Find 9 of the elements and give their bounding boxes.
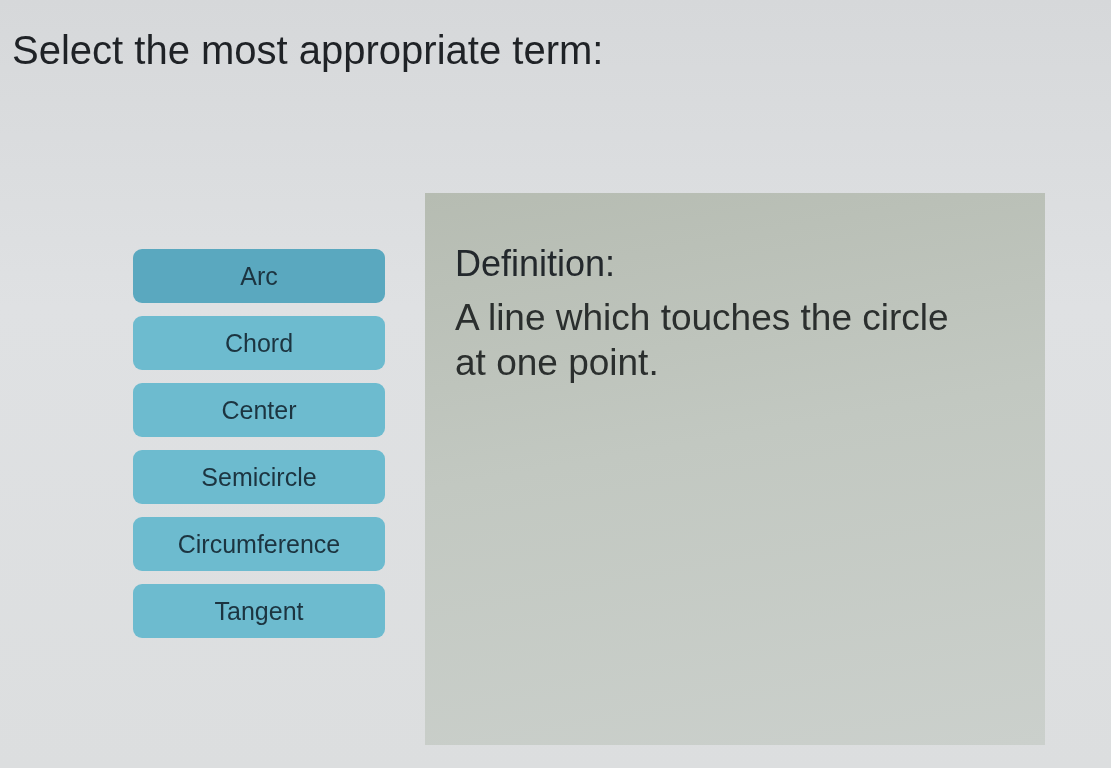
term-button[interactable]: Center	[133, 383, 385, 437]
question-prompt: Select the most appropriate term:	[12, 28, 605, 72]
term-button[interactable]: Tangent	[133, 584, 385, 638]
definition-heading: Definition:	[455, 243, 617, 285]
definition-text: A line which touches the circle at one point.	[455, 296, 950, 385]
term-button[interactable]: Arc	[133, 249, 385, 303]
term-button[interactable]: Semicircle	[133, 450, 385, 504]
term-button[interactable]: Circumference	[133, 517, 385, 571]
term-button[interactable]: Chord	[133, 316, 385, 370]
